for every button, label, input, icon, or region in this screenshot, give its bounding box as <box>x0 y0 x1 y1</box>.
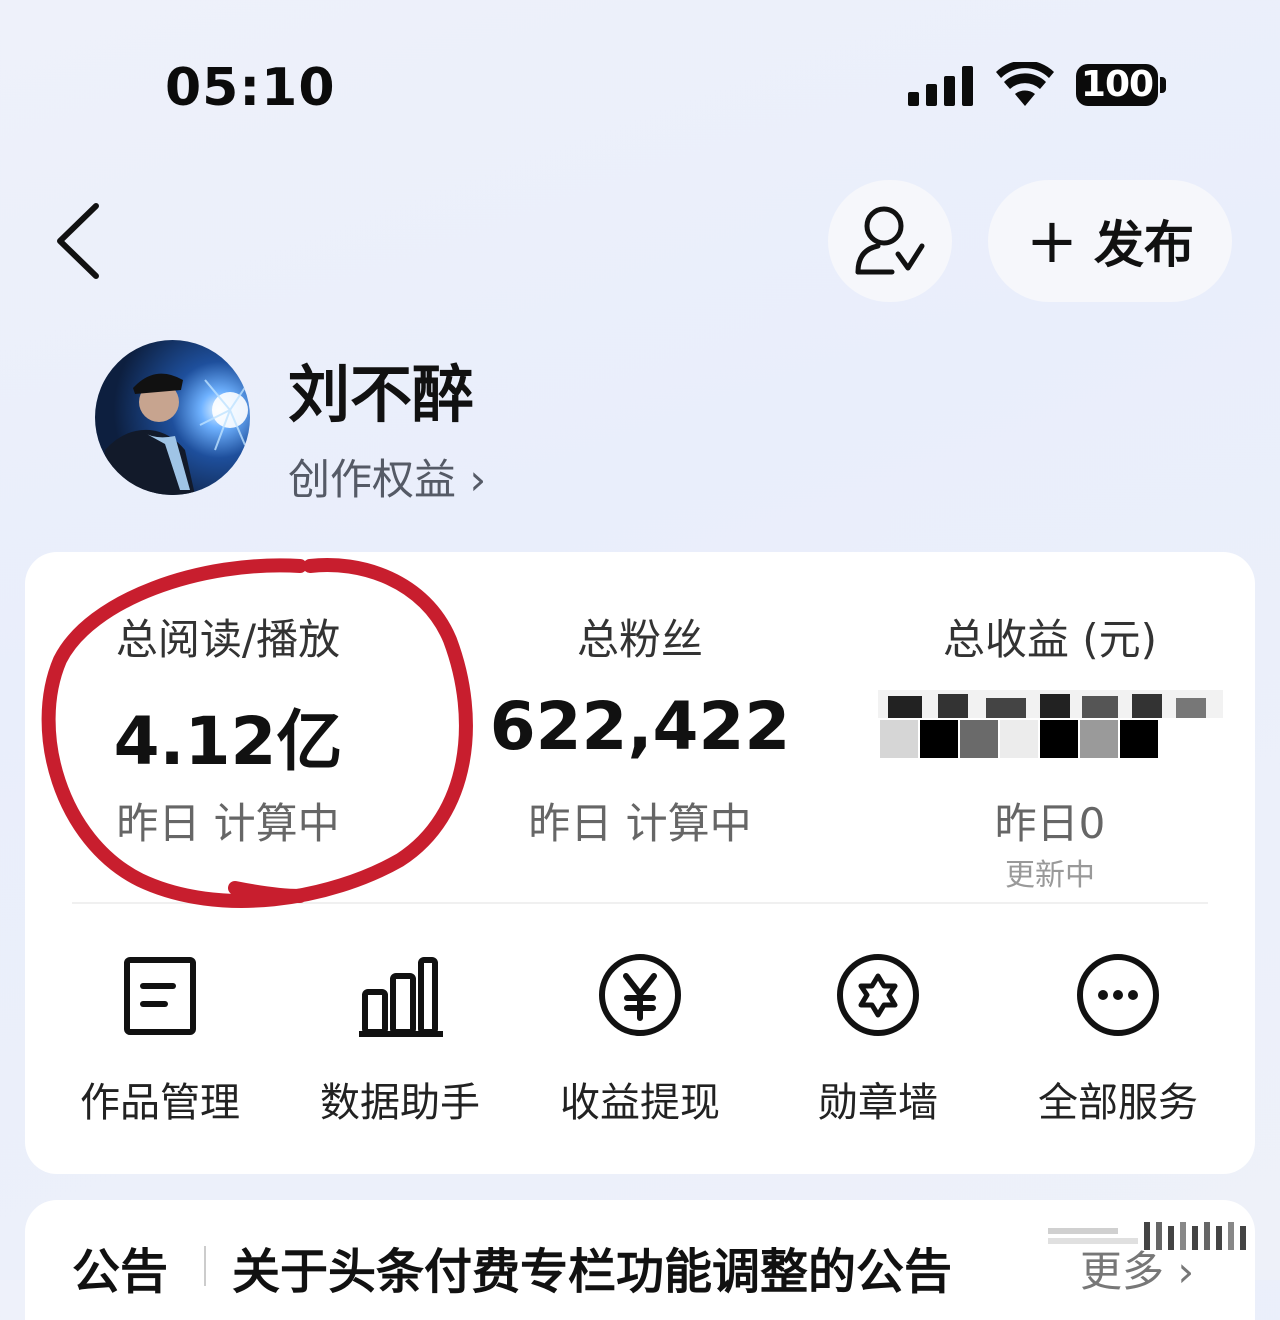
medal-icon <box>837 954 919 1036</box>
stat-sub-reads: 昨日 计算中 <box>116 799 340 848</box>
stat-sub-income: 昨日0 <box>994 799 1106 848</box>
stat-value-fans[interactable]: 622,422 <box>470 688 810 765</box>
stat-label-income: 总收益 (元) <box>942 615 1158 664</box>
stat-label-reads: 总阅读/播放 <box>115 615 341 664</box>
service-label: 勋章墙 <box>818 1080 938 1126</box>
stat-value-reads[interactable]: 4.12亿 <box>78 688 378 784</box>
service-data-assistant[interactable]: 数据助手 <box>300 950 500 1128</box>
back-button[interactable] <box>48 196 108 286</box>
stat-sub-fans: 昨日 计算中 <box>528 799 752 848</box>
status-time: 05:10 <box>165 58 336 118</box>
notice-text[interactable]: 关于头条付费专栏功能调整的公告 <box>232 1232 952 1302</box>
creator-rights-link[interactable]: 创作权益 › <box>288 446 486 507</box>
publish-label: 发布 <box>1093 216 1194 274</box>
publish-button[interactable]: + 发布 <box>988 180 1232 302</box>
service-medal-wall[interactable]: 勋章墙 <box>778 950 978 1128</box>
masked-income-value[interactable] <box>878 690 1223 760</box>
service-all-services[interactable]: 全部服务 <box>1018 950 1218 1128</box>
notice-tag: 公告 <box>72 1244 169 1300</box>
stat-label-fans: 总粉丝 <box>576 615 703 664</box>
notice-separator <box>204 1246 206 1286</box>
signal-icon <box>908 66 973 106</box>
bar-chart-icon <box>359 957 443 1037</box>
service-works-manage[interactable]: 作品管理 <box>60 950 260 1128</box>
service-label: 收益提现 <box>560 1080 720 1126</box>
service-label: 全部服务 <box>1038 1080 1198 1126</box>
user-check-icon <box>855 206 925 275</box>
yen-icon <box>599 954 681 1036</box>
follow-manage-button[interactable] <box>828 180 952 302</box>
avatar[interactable] <box>95 340 250 495</box>
battery-tip <box>1160 77 1166 93</box>
service-label: 数据助手 <box>320 1080 480 1126</box>
service-income-withdraw[interactable]: 收益提现 <box>540 950 740 1128</box>
plus-icon: + <box>1026 204 1078 277</box>
document-icon <box>124 957 196 1035</box>
wifi-icon <box>996 62 1054 106</box>
more-icon <box>1077 954 1159 1036</box>
username: 刘不醉 <box>288 358 475 431</box>
battery-indicator: 100 <box>1076 64 1158 106</box>
stat-sub-income-note: 更新中 <box>1005 858 1095 893</box>
stats-divider <box>72 902 1208 904</box>
service-label: 作品管理 <box>80 1080 240 1126</box>
avatar-image <box>105 373 250 495</box>
watermark-logo <box>1048 1222 1246 1250</box>
